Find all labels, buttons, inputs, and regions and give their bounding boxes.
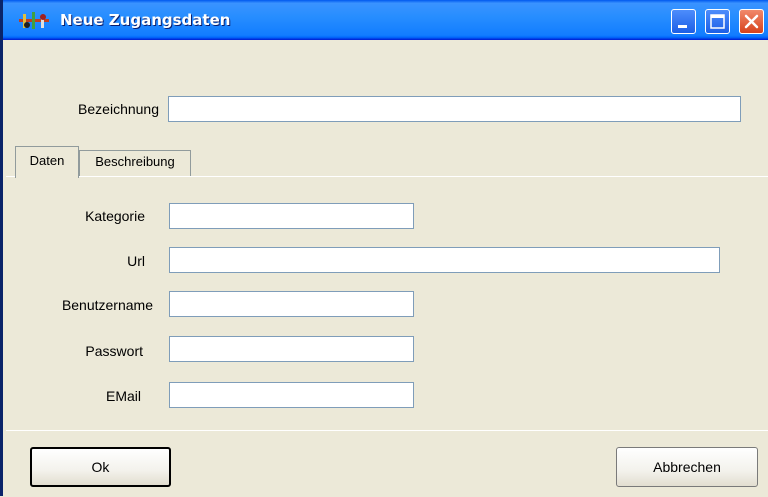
benutzername-label: Benutzername bbox=[61, 297, 153, 313]
tab-daten[interactable]: Daten bbox=[15, 146, 79, 179]
minimize-button[interactable] bbox=[671, 9, 696, 34]
close-icon bbox=[744, 14, 759, 29]
email-input[interactable] bbox=[169, 382, 414, 408]
passwort-label: Passwort bbox=[85, 343, 143, 359]
maximize-button[interactable] bbox=[705, 9, 730, 34]
maximize-icon bbox=[710, 14, 725, 29]
passwort-input[interactable] bbox=[169, 336, 414, 362]
title-bar[interactable]: Neue Zugangsdaten bbox=[3, 0, 768, 40]
window-title: Neue Zugangsdaten bbox=[60, 11, 231, 29]
dialog-window: Neue Zugangsdaten Bezeichnung Daten Besc… bbox=[0, 0, 768, 497]
app-icon bbox=[17, 11, 53, 31]
kategorie-label: Kategorie bbox=[85, 208, 145, 224]
bezeichnung-label: Bezeichnung bbox=[78, 101, 159, 117]
email-label: EMail bbox=[105, 388, 141, 404]
tab-beschreibung[interactable]: Beschreibung bbox=[79, 150, 191, 176]
ok-button[interactable]: Ok bbox=[30, 447, 171, 487]
close-button[interactable] bbox=[739, 9, 764, 34]
url-input[interactable] bbox=[169, 247, 720, 273]
bezeichnung-input[interactable] bbox=[168, 96, 741, 122]
tab-panel-border bbox=[6, 176, 768, 177]
minimize-icon bbox=[678, 25, 687, 28]
kategorie-input[interactable] bbox=[169, 203, 414, 229]
cancel-button[interactable]: Abbrechen bbox=[616, 447, 758, 487]
url-label: Url bbox=[127, 253, 145, 269]
benutzername-input[interactable] bbox=[169, 291, 414, 317]
